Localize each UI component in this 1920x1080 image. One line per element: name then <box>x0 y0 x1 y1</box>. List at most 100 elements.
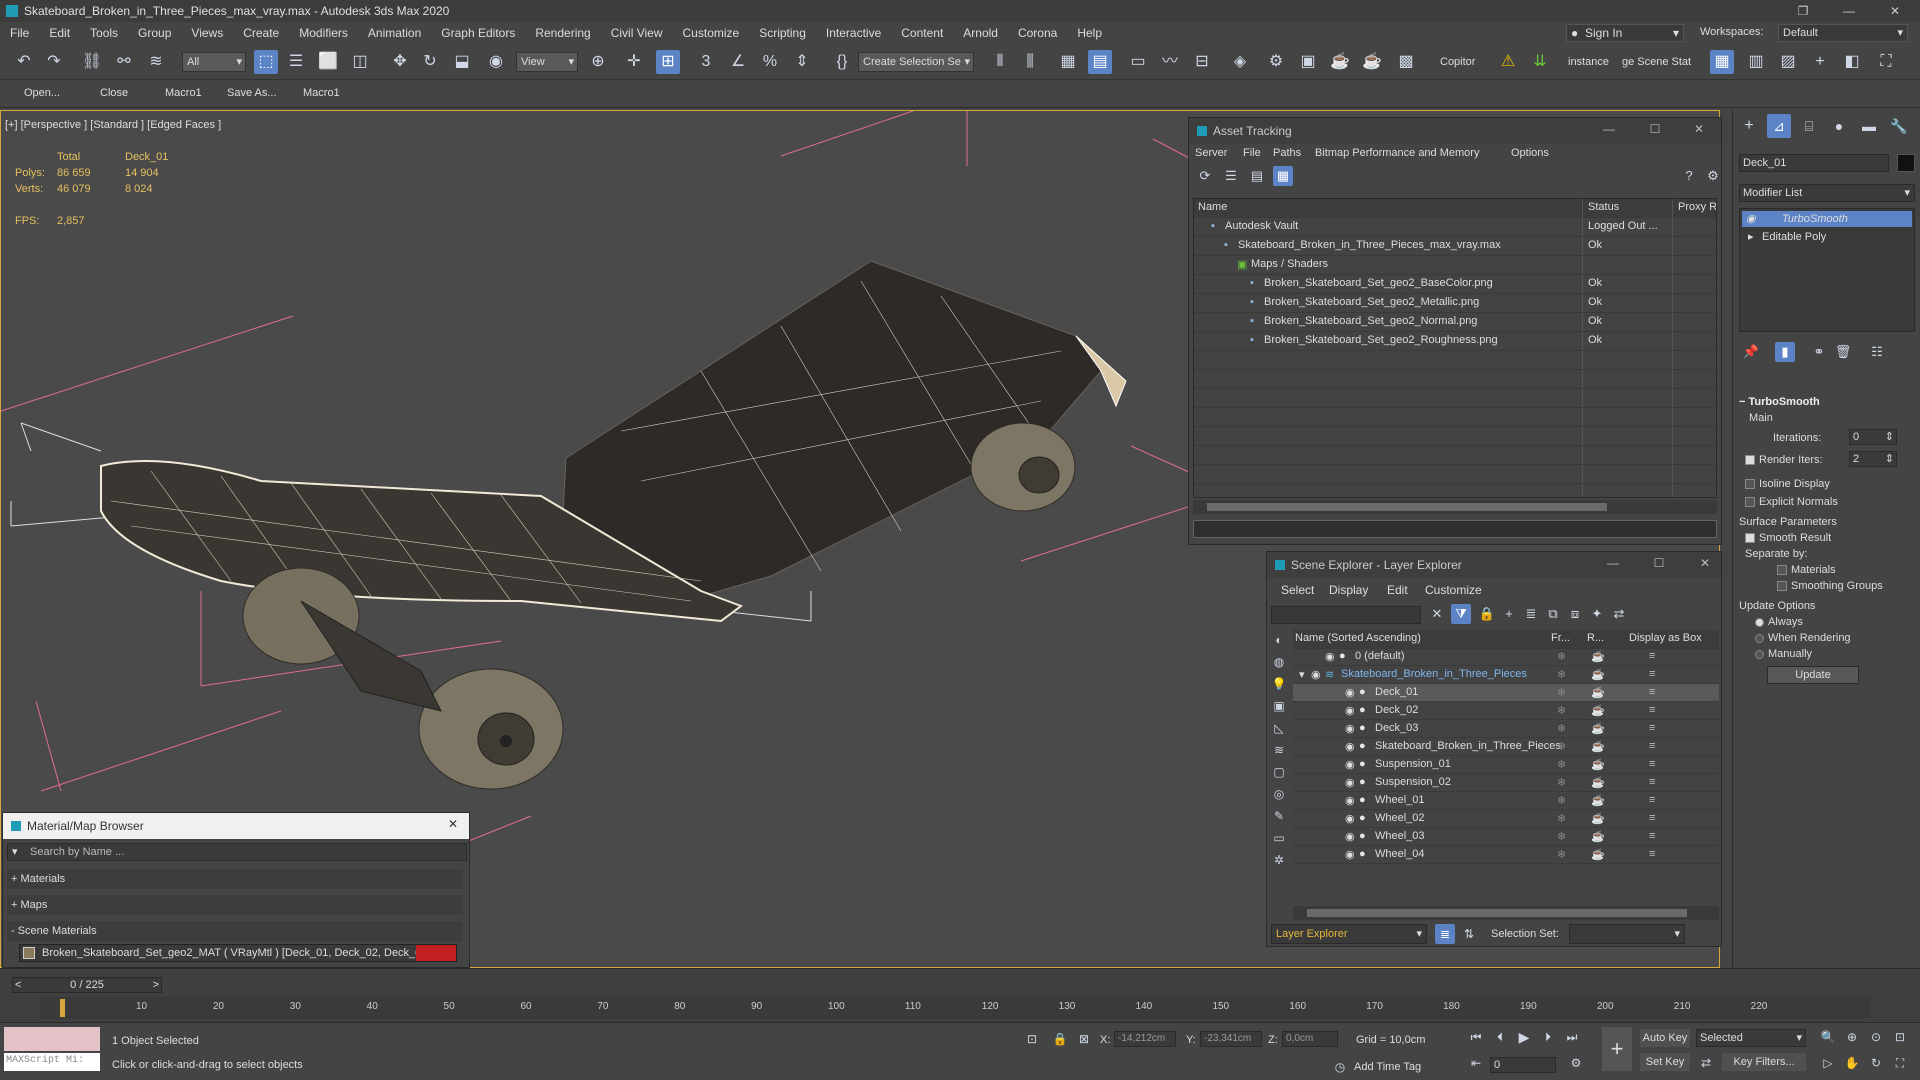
smoothing-groups-checkbox[interactable]: Smoothing Groups <box>1777 580 1915 592</box>
col-name-header[interactable]: Name (Sorted Ascending) <box>1295 632 1421 644</box>
render-production-icon[interactable]: ☕ <box>1328 50 1352 74</box>
highlight-icon[interactable]: ✦ <box>1587 604 1607 624</box>
display-lights-icon[interactable]: 💡 <box>1269 674 1289 694</box>
expand-icon[interactable]: ▸ <box>1748 229 1754 245</box>
move-icon[interactable]: ✥ <box>388 50 412 74</box>
motion-tab-icon[interactable]: ● <box>1827 114 1851 138</box>
hierarchy-tab-icon[interactable]: ⌸ <box>1797 114 1821 138</box>
isoline-checkbox[interactable]: Isoline Display <box>1745 478 1915 490</box>
renderable-icon[interactable]: ☕ <box>1591 740 1605 753</box>
menu-views[interactable]: Views <box>181 26 233 40</box>
menu-graph-editors[interactable]: Graph Editors <box>431 26 525 40</box>
refresh-icon[interactable]: ⟳ <box>1195 166 1215 186</box>
menu-create[interactable]: Create <box>233 26 289 40</box>
tree-view-icon[interactable]: ▤ <box>1247 166 1267 186</box>
maxscript-listener[interactable] <box>4 1027 100 1051</box>
set-key-big-button[interactable]: + <box>1602 1027 1632 1071</box>
display-as-box-icon[interactable]: ≡ <box>1649 794 1655 806</box>
asset-path-field[interactable] <box>1193 520 1717 538</box>
display-as-box-icon[interactable]: ≡ <box>1649 776 1655 788</box>
renderable-icon[interactable]: ☕ <box>1591 812 1605 825</box>
col-status-header[interactable]: Status <box>1588 201 1619 213</box>
renderable-icon[interactable]: ☕ <box>1591 668 1605 681</box>
asset-row[interactable]: ▪ Broken_Skateboard_Set_geo2_Normal.png Ok <box>1194 313 1716 332</box>
at-menu-server[interactable]: Server <box>1195 147 1227 159</box>
curve-editor-icon[interactable]: 〰 <box>1158 50 1182 74</box>
add-layer-icon[interactable]: + <box>1499 604 1519 624</box>
list-view-icon[interactable]: ☰ <box>1221 166 1241 186</box>
render-grid-icon[interactable]: ▩ <box>1394 50 1418 74</box>
asset-row[interactable]: ▪ Skateboard_Broken_in_Three_Pieces_max_v… <box>1194 237 1716 256</box>
select-manipulate-icon[interactable]: ✛ <box>622 50 646 74</box>
layer-row[interactable]: ◉ ● Suspension_02 ❄ ☕ ≡ <box>1293 774 1719 792</box>
go-to-start-icon[interactable]: ⏮ <box>1466 1027 1486 1047</box>
stack-item-editable-poly[interactable]: ▸ Editable Poly <box>1742 229 1912 245</box>
placement-icon[interactable]: ◉ <box>484 50 508 74</box>
scale-icon[interactable]: ⬓ <box>450 50 474 74</box>
menu-modifiers[interactable]: Modifiers <box>289 26 358 40</box>
menu-group[interactable]: Group <box>128 26 181 40</box>
angle-snap-icon[interactable]: ∠ <box>726 50 750 74</box>
stack-item-turbosmooth[interactable]: ◉ TurboSmooth <box>1742 211 1912 227</box>
close-button[interactable]: ✕ <box>1872 0 1918 22</box>
show-end-result-icon[interactable]: ▮ <box>1775 342 1795 362</box>
when-rendering-radio[interactable]: When Rendering <box>1755 632 1915 644</box>
freeze-icon[interactable]: ❄ <box>1557 830 1566 843</box>
layout-icon-2[interactable]: ▨ <box>1776 50 1800 74</box>
display-as-box-icon[interactable]: ≡ <box>1649 848 1655 860</box>
group-materials[interactable]: + Materials <box>7 869 463 889</box>
rendered-frame-icon[interactable]: ▣ <box>1296 50 1320 74</box>
menu-interactive[interactable]: Interactive <box>816 26 891 40</box>
display-as-box-icon[interactable]: ≡ <box>1649 740 1655 752</box>
wheel-02-mesh[interactable] <box>418 668 564 790</box>
unlink-icon[interactable]: ⚯ <box>112 50 136 74</box>
bind-space-warp-icon[interactable]: ≋ <box>144 50 168 74</box>
scene-explorer-titlebar[interactable]: Scene Explorer - Layer Explorer — ☐ ✕ <box>1267 552 1721 578</box>
display-xrefs-icon[interactable]: ◎ <box>1269 784 1289 804</box>
zoom-all-icon[interactable]: ⊕ <box>1842 1027 1862 1047</box>
at-menu-bitmap[interactable]: Bitmap Performance and Memory <box>1315 147 1479 159</box>
time-slider[interactable]: < 0 / 225 > <box>12 977 162 993</box>
rollout-title[interactable]: − TurboSmooth <box>1739 396 1915 408</box>
maximize-button[interactable]: ☐ <box>1645 122 1665 136</box>
renderable-icon[interactable]: ☕ <box>1591 686 1605 699</box>
pan-icon[interactable]: ✋ <box>1842 1053 1862 1073</box>
rect-selection-icon[interactable]: ⬜ <box>316 50 340 74</box>
selection-lock-icon[interactable]: 🔒 <box>1050 1029 1070 1049</box>
chevron-double-down-icon[interactable]: ⇊ <box>1528 50 1552 74</box>
display-as-box-icon[interactable]: ≡ <box>1649 686 1655 698</box>
workspace-dropdown[interactable]: Default ▾ <box>1778 24 1908 42</box>
current-frame-field[interactable]: 0 <box>1490 1057 1556 1073</box>
save-as-button[interactable]: Save As... <box>227 87 277 99</box>
align-icon[interactable]: ⫼ <box>1018 50 1042 74</box>
update-button[interactable]: Update <box>1767 666 1859 684</box>
absolute-mode-icon[interactable]: ⊠ <box>1074 1029 1094 1049</box>
ribbon-toggle-icon[interactable]: ▭ <box>1126 50 1150 74</box>
display-spacewarps-icon[interactable]: ≋ <box>1269 740 1289 760</box>
group-scene-materials[interactable]: - Scene Materials <box>7 921 463 941</box>
lock-icon[interactable]: 🔒 <box>1477 604 1497 624</box>
set-key-button[interactable]: Set Key <box>1640 1053 1690 1071</box>
isolate-selection-icon[interactable]: ⊡ <box>1022 1029 1042 1049</box>
se-search-input[interactable] <box>1271 606 1421 624</box>
display-as-box-icon[interactable]: ≡ <box>1649 830 1655 842</box>
visibility-eye-icon[interactable]: ◉ <box>1345 704 1355 717</box>
display-as-box-icon[interactable]: ≡ <box>1649 758 1655 770</box>
visibility-eye-icon[interactable]: ◉ <box>1325 650 1335 663</box>
window-crossing-icon[interactable]: ◫ <box>348 50 372 74</box>
restore-button[interactable]: ❐ <box>1780 0 1826 22</box>
y-field[interactable]: -23,341cm <box>1200 1031 1262 1047</box>
visibility-eye-icon[interactable]: ◉ <box>1345 830 1355 843</box>
link-icon[interactable]: ⛓ <box>80 50 104 74</box>
visibility-eye-icon[interactable]: ◉ <box>1345 722 1355 735</box>
wheel-03-mesh[interactable] <box>970 422 1076 512</box>
modifier-list-dropdown[interactable]: Modifier List ▾ <box>1739 184 1915 202</box>
table-view-icon[interactable]: ▦ <box>1273 166 1293 186</box>
renderable-icon[interactable]: ☕ <box>1591 722 1605 735</box>
visibility-eye-icon[interactable]: ◉ <box>1345 812 1355 825</box>
menu-file[interactable]: File <box>0 26 39 40</box>
selection-set-dropdown[interactable]: ▾ <box>1569 924 1685 944</box>
maximize-toggle-icon[interactable]: ⛶ <box>1890 1053 1910 1073</box>
sign-in-button[interactable]: ● Sign In ▾ <box>1566 24 1684 42</box>
freeze-icon[interactable]: ❄ <box>1557 722 1566 735</box>
